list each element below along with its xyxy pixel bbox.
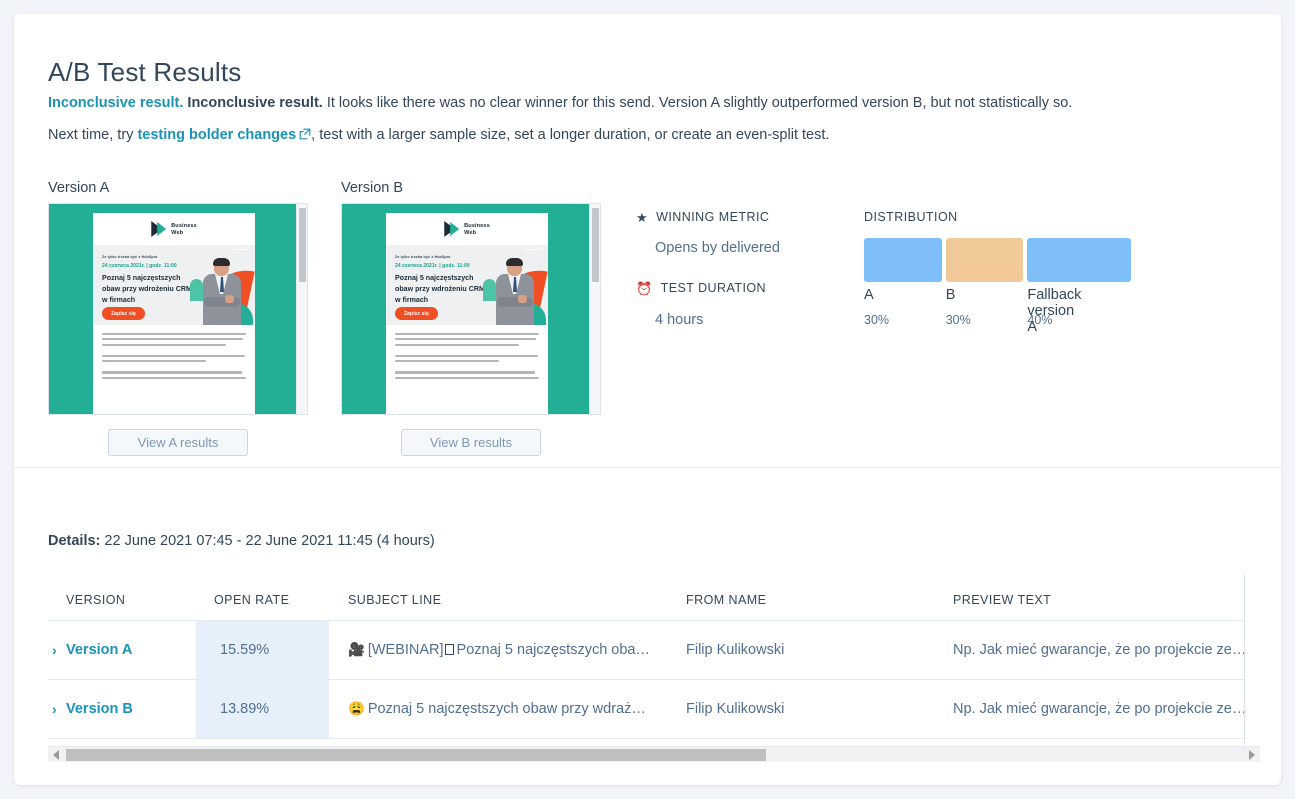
distribution-segment-fallback-version-a (1027, 238, 1131, 282)
email-body-text (386, 325, 548, 414)
column-header: SUBJECT LINE (348, 593, 442, 607)
distribution-segment-a (864, 238, 942, 282)
email-hero-artwork (189, 245, 255, 325)
from-name-value: Filip Kulikowski (686, 642, 785, 658)
inconclusive-result-link[interactable]: Inconclusive result. (48, 95, 183, 111)
thumbnail-a-scrollbar[interactable] (296, 204, 307, 414)
email-kicker: Ze tylko trzeba być z HubSpot (102, 255, 158, 259)
subject-line-value: 😩 Poznaj 5 najczęstszych obaw przy wdraż… (348, 701, 646, 717)
details-value: 22 June 2021 07:45 - 22 June 2021 11:45 … (100, 533, 435, 549)
table-horizontal-scrollbar[interactable] (48, 746, 1260, 762)
business-web-logo-icon (151, 221, 167, 238)
scrollbar-thumb[interactable] (66, 749, 766, 761)
email-cta-button: Zapisz się (395, 307, 438, 320)
summary-line-1: Inconclusive result. Inconclusive result… (48, 93, 1072, 113)
inconclusive-result-bold: Inconclusive result. (187, 95, 323, 111)
subject-emoji-icon: 🎥 (348, 642, 365, 657)
column-header: PREVIEW TEXT (953, 593, 1052, 607)
person-photo (201, 258, 243, 325)
details-line: Details: 22 June 2021 07:45 - 22 June 20… (48, 533, 435, 549)
email-logo-bar: Business Web (93, 213, 255, 245)
section-divider (14, 467, 1281, 468)
alarm-clock-icon: ⏰ (636, 280, 653, 296)
email-hero: Ze tylko trzeba być z HubSpot 24 czerwca… (93, 245, 255, 325)
winning-metric-value: Opens by delivered (655, 240, 780, 256)
email-body-text (93, 325, 255, 414)
distribution-segment-b (945, 238, 1024, 282)
version-a-thumbnail[interactable]: Business Web Ze tylko trzeba być z HubSpo… (48, 203, 308, 415)
test-duration-value: 4 hours (655, 312, 704, 328)
thumbnail-b-scrollbar[interactable] (589, 204, 600, 414)
table-header-row: VERSION OPEN RATE SUBJECT LINE FROM NAME PRE… (48, 572, 1244, 622)
email-preview-a: Business Web Ze tylko trzeba być z HubSpo… (49, 204, 298, 414)
column-header: FROM NAME (686, 593, 767, 607)
business-web-logo-text: Business Web (464, 222, 490, 236)
email-kicker: Ze tylko trzeba być z HubSpot (395, 255, 451, 259)
version-link[interactable]: Version A (66, 642, 132, 658)
details-label: Details: (48, 533, 101, 549)
distribution-name: Fallback version A (1027, 287, 1082, 335)
business-web-logo-text: Business Web (171, 222, 197, 236)
distribution-name: B (945, 287, 956, 303)
subject-line-value: 🎥 [WEBINAR] Poznaj 5 najczęstszych oba… (348, 642, 650, 658)
distribution-percent: 40% (1027, 313, 1053, 327)
table-row[interactable]: › Version B 13.89% 😩 Poznaj 5 najczęstszych … (48, 679, 1244, 738)
ab-test-results-card: A/B Test Results Inconclusive result. In… (14, 14, 1281, 785)
distribution-bar (864, 238, 1131, 282)
open-rate-value: 13.89% (220, 701, 270, 717)
summary-line-2: Next time, try testing bolder changes , t… (48, 125, 829, 146)
page-title: A/B Test Results (48, 57, 242, 88)
business-web-logo-icon (444, 221, 460, 238)
expand-row-chevron-icon[interactable]: › (52, 642, 57, 658)
winning-metric-text: WINNING METRIC (656, 210, 770, 224)
preview-text-value: Np. Jak mieć gwarancje, że po projekcie … (953, 642, 1244, 658)
testing-bolder-changes-link[interactable]: testing bolder changes (137, 127, 296, 143)
distribution-name: A (864, 287, 874, 303)
next-time-prefix: Next time, try (48, 127, 138, 143)
scroll-left-arrow-icon[interactable] (53, 750, 59, 760)
star-icon: ★ (636, 209, 649, 225)
person-photo (494, 258, 536, 325)
winning-metric-label: ★ WINNING METRIC (636, 210, 769, 224)
results-table: VERSION OPEN RATE SUBJECT LINE FROM NAME PRE… (48, 572, 1244, 754)
test-duration-text: TEST DURATION (660, 281, 767, 295)
distribution-label: DISTRIBUTION (864, 210, 958, 224)
expand-row-chevron-icon[interactable]: › (52, 701, 57, 717)
view-a-results-button[interactable]: View A results (108, 429, 248, 456)
email-logo-bar: Business Web (386, 213, 548, 245)
column-header: OPEN RATE (214, 593, 290, 607)
table-bottom-rule (48, 738, 1244, 739)
scroll-right-arrow-icon[interactable] (1249, 750, 1255, 760)
version-a-label: Version A (48, 180, 110, 196)
column-header: VERSION (66, 593, 126, 607)
subject-emoji-icon: 😩 (348, 701, 365, 716)
email-date: 24 czerwca 2021r. | godz. 11:00 (102, 263, 177, 269)
missing-glyph-icon (444, 644, 454, 655)
test-duration-label: ⏰ TEST DURATION (636, 281, 766, 295)
distribution-percent: 30% (945, 313, 971, 327)
open-rate-value: 15.59% (220, 642, 270, 658)
summary-rest-text: It looks like there was no clear winner … (322, 95, 1073, 111)
email-preview-b: Business Web Ze tylko trzeba być z HubSpo… (342, 204, 591, 414)
email-headline: Poznaj 5 najczęstszych obaw przy wdrożen… (102, 274, 192, 304)
table-row[interactable]: › Version A 15.59% 🎥 [WEBINAR] Poznaj 5 najcz… (48, 620, 1244, 679)
email-hero: Ze tylko trzeba być z HubSpot 24 czerwca… (386, 245, 548, 325)
from-name-value: Filip Kulikowski (686, 701, 785, 717)
distribution-percent: 30% (864, 313, 890, 327)
version-b-thumbnail[interactable]: Business Web Ze tylko trzeba być z HubSpo… (341, 203, 601, 415)
email-hero-artwork (482, 245, 548, 325)
email-card: Business Web Ze tylko trzeba być z HubSpo… (386, 213, 548, 414)
external-link-icon (299, 126, 311, 146)
email-card: Business Web Ze tylko trzeba być z HubSpo… (93, 213, 255, 414)
version-b-label: Version B (341, 180, 404, 196)
email-headline: Poznaj 5 najczęstszych obaw przy wdrożen… (395, 274, 485, 304)
preview-text-value: Np. Jak mieć gwarancje, że po projekcie … (953, 701, 1244, 717)
next-time-rest: , test with a larger sample size, set a … (311, 127, 830, 143)
version-link[interactable]: Version B (66, 701, 133, 717)
email-cta-button: Zapisz się (102, 307, 145, 320)
view-b-results-button[interactable]: View B results (401, 429, 541, 456)
table-right-rule (1244, 574, 1245, 762)
email-date: 24 czerwca 2021r. | godz. 11:00 (395, 263, 470, 269)
